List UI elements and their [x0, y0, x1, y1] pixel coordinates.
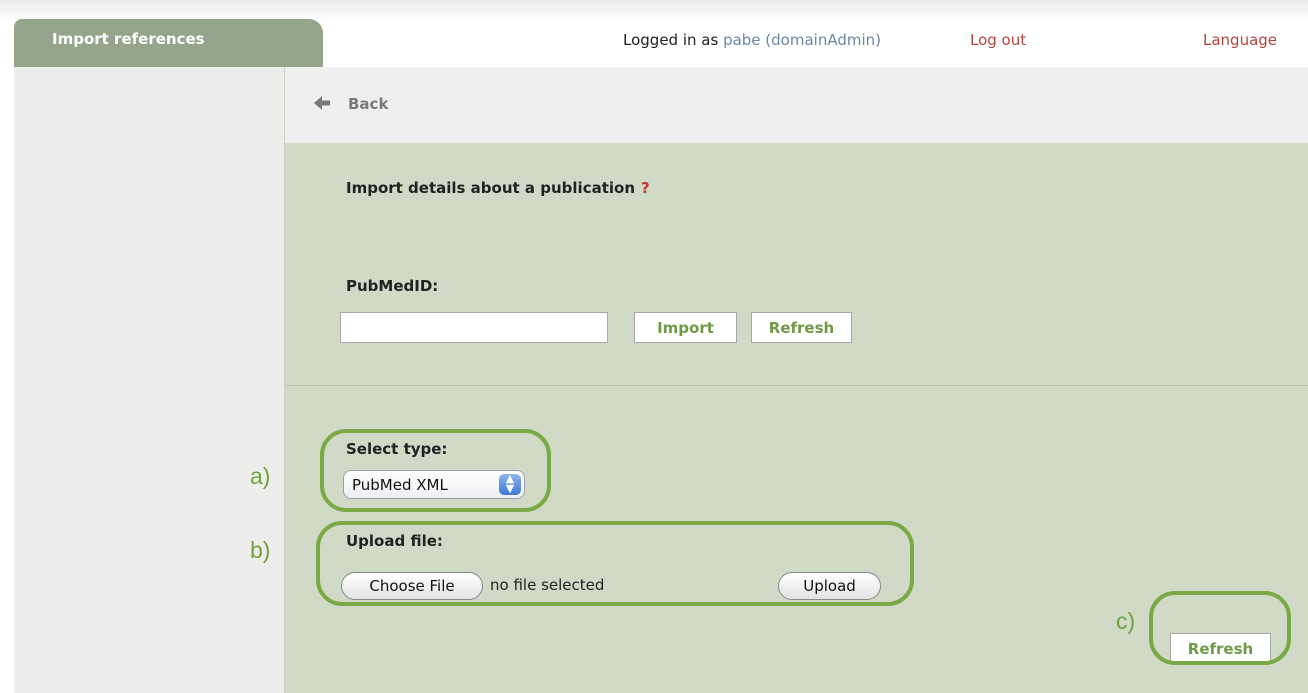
pubmed-id-input[interactable]: [340, 312, 608, 343]
select-type-label: Select type:: [346, 440, 448, 458]
upload-file-label: Upload file:: [346, 532, 443, 550]
refresh-upload-button[interactable]: Refresh: [1170, 633, 1271, 664]
choose-file-button[interactable]: Choose File: [341, 572, 483, 600]
title-tab: Import references: [14, 19, 323, 67]
language-link[interactable]: Language: [1203, 31, 1277, 49]
main-content: Back Import details about a publication?…: [285, 67, 1308, 693]
top-bar: Logged in as pabe (domainAdmin) Log out …: [323, 19, 1308, 67]
type-select[interactable]: PubMed XML ▲ ▼: [343, 470, 525, 499]
login-status: Logged in as pabe (domainAdmin): [623, 31, 881, 49]
annotation-b: b): [250, 537, 271, 563]
logout-link[interactable]: Log out: [970, 31, 1026, 49]
back-bar: [285, 67, 1308, 143]
annotation-c: c): [1116, 608, 1136, 634]
type-select-value: PubMed XML: [352, 476, 448, 494]
pubmed-heading: Import details about a publication?: [346, 179, 650, 197]
help-icon[interactable]: ?: [641, 179, 650, 197]
back-arrow-icon[interactable]: [313, 94, 331, 112]
refresh-pubmed-button[interactable]: Refresh: [751, 312, 852, 343]
pubmed-heading-text: Import details about a publication: [346, 179, 636, 197]
select-arrows-icon: ▲ ▼: [499, 473, 521, 495]
user-link[interactable]: pabe (domainAdmin): [723, 31, 881, 49]
annotation-a: a): [250, 463, 271, 489]
import-button[interactable]: Import: [634, 312, 737, 343]
app-window: Import references Logged in as pabe (dom…: [14, 19, 1308, 693]
upload-button[interactable]: Upload: [778, 572, 881, 600]
title-tab-label: Import references: [52, 30, 205, 48]
file-status-text: no file selected: [490, 576, 605, 594]
back-link[interactable]: Back: [348, 95, 388, 113]
sidebar: [14, 67, 285, 693]
logged-in-label: Logged in as: [623, 31, 719, 49]
pubmed-id-label: PubMedID:: [346, 277, 439, 295]
